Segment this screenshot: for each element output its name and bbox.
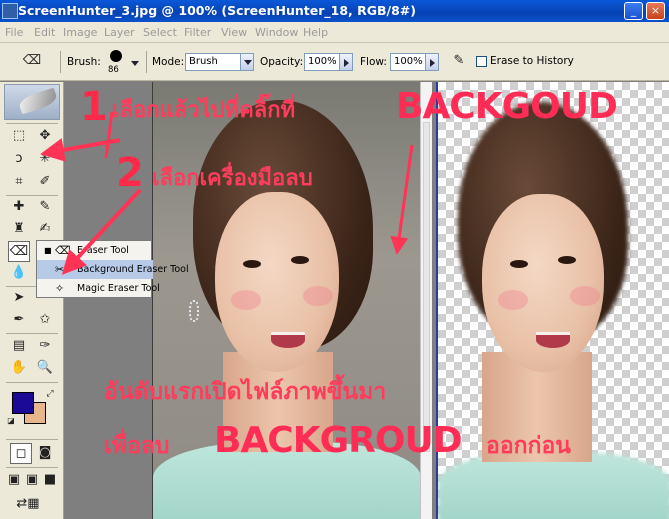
step-1-instruction: เลือกแล้วไปที่คลิ๊กที่ — [112, 98, 296, 123]
tools-palette: ⬚ ✥ ↄ ✳ ⌗ ✐ ✚ ✎ ♜ ✍ ⌫ ▆ 💧 ➤ ✒ ✩ ▤ ✑ ✋ 🔍 … — [0, 82, 64, 519]
slice-tool-icon[interactable]: ✐ — [34, 172, 56, 193]
menu-filter[interactable]: Filter — [184, 26, 211, 39]
eraser-icon: ⌫ — [55, 244, 71, 257]
flyout-item-magic-eraser-tool[interactable]: ✧ Magic Eraser Tool — [37, 279, 160, 298]
eyedropper-tool-icon[interactable]: ✑ — [34, 336, 56, 357]
menu-file[interactable]: File — [5, 26, 23, 39]
airbrush-icon[interactable]: ✎ — [448, 51, 470, 72]
brush-label: Brush: — [67, 56, 101, 68]
flyout-item-eraser-tool[interactable]: ■ ⌫ Eraser Tool — [37, 241, 153, 260]
menu-view[interactable]: View — [221, 26, 247, 39]
blur-tool-icon[interactable]: 💧 — [8, 263, 30, 284]
note-line-2-suffix: ออกก่อน — [486, 433, 572, 459]
window-title: ScreenHunter_3.jpg @ 100% (ScreenHunter_… — [18, 3, 416, 18]
screen-mode-full-icon[interactable]: ■ — [42, 470, 58, 491]
swap-colors-icon[interactable]: ⤢ — [44, 388, 56, 400]
photoshop-app-icon — [2, 3, 18, 19]
options-bar: ⌫ Brush: 86 Mode: Brush Opacity: 100% Fl… — [0, 43, 669, 81]
mode-label: Mode: — [152, 56, 185, 68]
note-line-2-keyword: BACKGROUD — [214, 420, 463, 461]
clone-stamp-tool-icon[interactable]: ♜ — [8, 219, 30, 240]
flow-input[interactable]: 100% — [390, 53, 426, 71]
step-1-number: 1 — [80, 84, 108, 130]
quick-mask-mode-icon[interactable]: ◙ — [34, 443, 56, 464]
zoom-tool-icon[interactable]: 🔍 — [34, 358, 56, 379]
menu-window[interactable]: Window — [255, 26, 298, 39]
crop-tool-icon[interactable]: ⌗ — [8, 172, 30, 193]
step-2-instruction: เลือกเครื่องมือลบ — [152, 166, 313, 191]
step-1-keyword: BACKGOUD — [396, 86, 618, 127]
close-button[interactable]: × — [646, 2, 665, 20]
erase-history-checkbox[interactable] — [476, 56, 487, 67]
lasso-tool-icon[interactable]: ↄ — [8, 149, 30, 170]
brush-preview-icon[interactable] — [110, 50, 122, 62]
magic-wand-tool-icon[interactable]: ✳ — [34, 149, 56, 170]
marquee-tool-icon[interactable]: ⬚ — [8, 126, 30, 147]
flyout-item-background-eraser-tool[interactable]: ✂ Background Eraser Tool — [37, 260, 189, 279]
menu-image[interactable]: Image — [63, 26, 97, 39]
menu-bar: File Edit Image Layer Select Filter View… — [0, 22, 669, 43]
menu-edit[interactable]: Edit — [34, 26, 55, 39]
history-brush-tool-icon[interactable]: ✍ — [34, 219, 56, 240]
healing-brush-tool-icon[interactable]: ✚ — [8, 197, 30, 218]
brush-dropdown-icon[interactable] — [128, 55, 139, 67]
note-line-1: อันดับแรกเปิดไฟล์ภาพขึ้นมา — [104, 379, 387, 405]
step-2-number: 2 — [116, 150, 144, 196]
menu-layer[interactable]: Layer — [104, 26, 135, 39]
opacity-slider-arrow-icon[interactable] — [339, 53, 353, 71]
default-colors-icon[interactable]: ◪ — [6, 416, 16, 426]
background-eraser-icon: ✂ — [55, 263, 65, 276]
screen-mode-standard-icon[interactable]: ▣ — [6, 470, 22, 491]
jump-to-imageready-icon[interactable]: ⇄▦ — [8, 494, 48, 515]
title-bar[interactable]: ScreenHunter_3.jpg @ 100% (ScreenHunter_… — [0, 0, 669, 22]
photoshop-feather-logo[interactable] — [4, 84, 60, 120]
opacity-input[interactable]: 100% — [304, 53, 340, 71]
move-tool-icon[interactable]: ✥ — [34, 126, 56, 147]
foreground-color-swatch[interactable] — [12, 392, 34, 414]
notes-tool-icon[interactable]: ▤ — [8, 336, 30, 357]
photoshop-window: ScreenHunter_3.jpg @ 100% (ScreenHunter_… — [0, 0, 669, 519]
path-selection-tool-icon[interactable]: ➤ — [8, 288, 30, 309]
tool-preset-eraser-icon[interactable]: ⌫ — [18, 51, 46, 72]
menu-help[interactable]: Help — [303, 26, 328, 39]
flow-slider-arrow-icon[interactable] — [425, 53, 439, 71]
opacity-label: Opacity: — [260, 56, 304, 68]
erase-history-label: Erase to History — [490, 55, 574, 67]
mode-dropdown-icon[interactable] — [240, 53, 254, 71]
custom-shape-tool-icon[interactable]: ✩ — [34, 310, 56, 331]
eraser-tool-icon[interactable]: ⌫ — [8, 241, 30, 262]
brush-tool-icon[interactable]: ✎ — [34, 197, 56, 218]
screen-mode-full-menu-icon[interactable]: ▣ — [24, 470, 40, 491]
minimize-button[interactable]: _ — [624, 2, 643, 20]
mode-select[interactable]: Brush — [185, 53, 241, 71]
pen-tool-icon[interactable]: ✒ — [8, 310, 30, 331]
standard-mode-icon[interactable]: ◻ — [10, 443, 32, 464]
menu-select[interactable]: Select — [143, 26, 177, 39]
magic-eraser-icon: ✧ — [55, 282, 65, 295]
flow-label: Flow: — [360, 56, 387, 68]
hand-tool-icon[interactable]: ✋ — [8, 358, 30, 379]
brush-size-value: 86 — [108, 65, 119, 75]
note-line-2-prefix: เพื่อลบ — [104, 433, 170, 459]
eraser-tools-flyout-menu: ■ ⌫ Eraser Tool ✂ Background Eraser Tool … — [36, 240, 189, 298]
